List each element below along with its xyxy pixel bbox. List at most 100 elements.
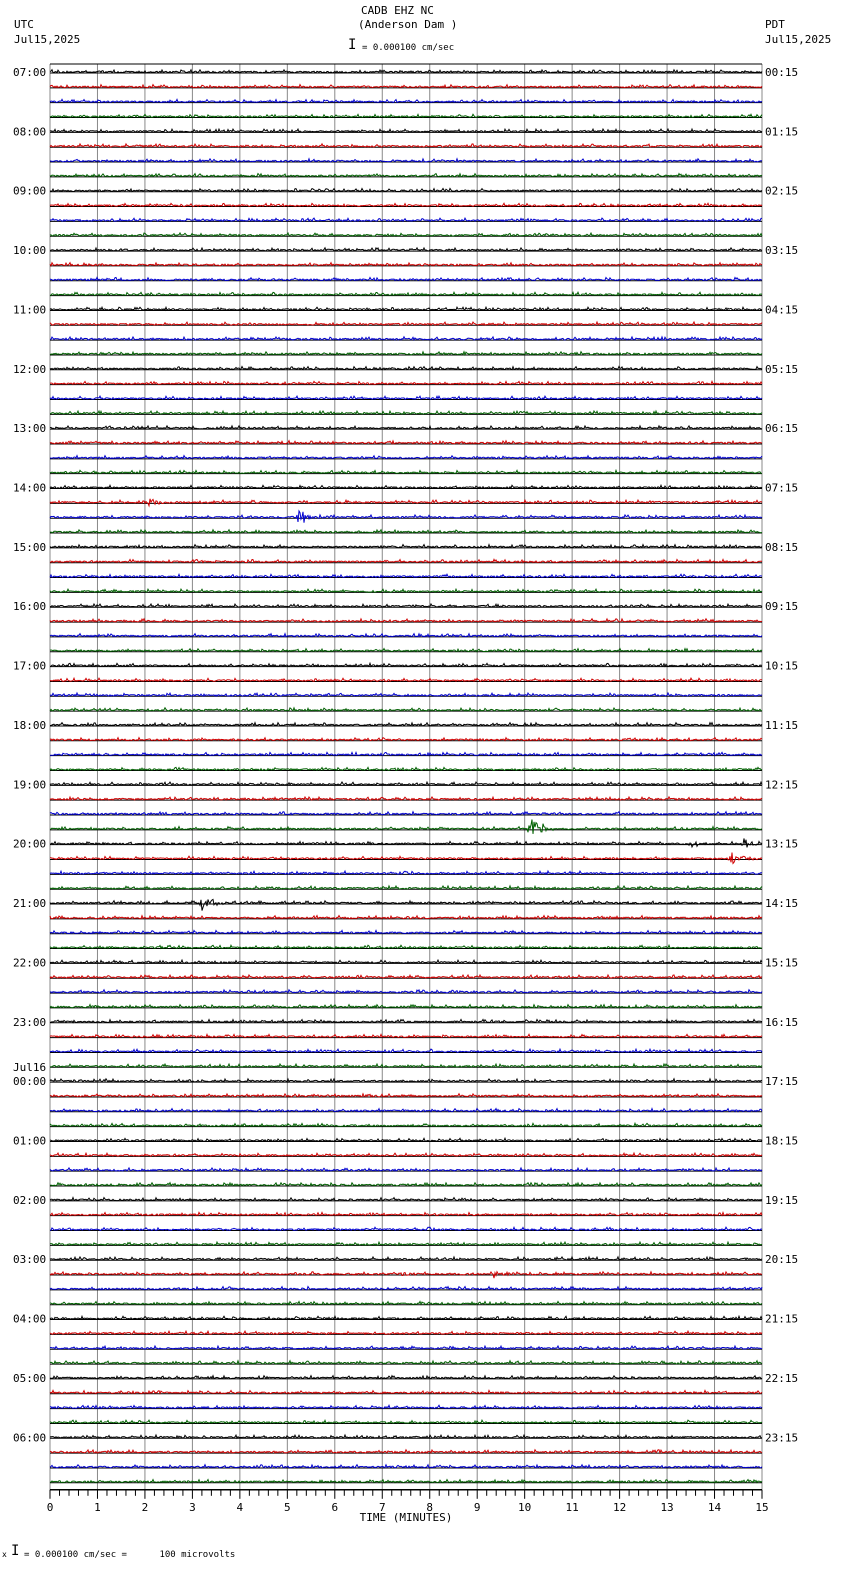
pdt-hour-label: 13:15: [765, 838, 798, 851]
utc-hour-label: 05:00: [13, 1372, 46, 1385]
seismic-trace: [49, 587, 763, 594]
x-tick-label: 10: [518, 1501, 531, 1514]
seismic-trace: [49, 83, 763, 89]
seismic-trace: [49, 1136, 763, 1143]
seismic-trace: [49, 706, 763, 712]
seismic-trace: [49, 1285, 763, 1291]
seismic-trace: [49, 647, 763, 653]
seismic-trace: [49, 572, 762, 579]
seismic-trace: [49, 498, 763, 508]
seismic-trace: [49, 113, 763, 119]
seismic-trace: [49, 914, 763, 920]
pdt-hour-label: 01:15: [765, 125, 798, 138]
utc-hour-label: 12:00: [13, 363, 46, 376]
pdt-hour-label: 09:15: [765, 600, 798, 613]
seismic-trace: [49, 276, 763, 282]
seismic-trace: [49, 509, 763, 523]
seismic-trace: [49, 98, 763, 104]
pdt-hour-label: 23:15: [765, 1431, 798, 1444]
seismic-trace: [49, 795, 763, 802]
seismic-trace: [49, 454, 763, 460]
seismic-trace: [49, 1210, 763, 1217]
pdt-hour-label: 21:15: [765, 1313, 798, 1326]
seismic-trace: [49, 1314, 763, 1321]
seismic-trace: [49, 543, 763, 549]
utc-hour-label: 16:00: [13, 600, 46, 613]
utc-hour-label: 04:00: [13, 1313, 46, 1326]
pdt-hour-label: 00:15: [765, 66, 798, 79]
footer-marker: x: [2, 1550, 7, 1559]
seismic-trace: [49, 187, 763, 193]
utc-hour-label: 13:00: [13, 422, 46, 435]
seismic-trace: [49, 127, 763, 134]
pdt-hour-label: 14:15: [765, 897, 798, 910]
seismic-trace: [49, 365, 763, 371]
seismic-trace: [49, 1240, 763, 1247]
x-tick-label: 3: [189, 1501, 196, 1514]
seismic-trace: [49, 172, 763, 178]
utc-hour-label: 07:00: [13, 66, 46, 79]
seismic-trace: [49, 691, 763, 698]
seismic-trace: [49, 1077, 763, 1083]
pdt-hour-label: 11:15: [765, 719, 798, 732]
utc-hour-label: 02:00: [13, 1194, 46, 1207]
seismic-trace: [49, 1166, 763, 1172]
seismic-trace: [49, 632, 763, 638]
seismic-trace: [49, 320, 763, 327]
seismic-trace: [49, 973, 763, 980]
seismic-trace: [49, 468, 763, 475]
seismic-trace: [49, 216, 762, 223]
pdt-hour-label: 22:15: [765, 1372, 798, 1385]
x-tick-label: 5: [284, 1501, 291, 1514]
x-tick-label: 11: [566, 1501, 579, 1514]
pdt-hour-label: 12:15: [765, 778, 798, 791]
seismic-trace: [49, 335, 763, 341]
utc-hour-label: 01:00: [13, 1134, 46, 1147]
seismic-trace: [49, 766, 763, 772]
utc-hour-label: 03:00: [13, 1253, 46, 1266]
pdt-hour-label: 04:15: [765, 303, 798, 316]
seismic-trace: [49, 1478, 763, 1484]
seismic-trace: [49, 661, 763, 668]
seismic-trace: [49, 1017, 762, 1024]
seismic-trace: [49, 1389, 763, 1395]
seismic-trace: [49, 231, 763, 237]
seismic-trace: [49, 602, 763, 609]
utc-hour-label: 19:00: [13, 778, 46, 791]
seismic-trace: [49, 409, 763, 416]
x-tick-label: 6: [331, 1501, 338, 1514]
seismic-trace: [50, 721, 763, 727]
seismic-trace: [50, 246, 763, 252]
pdt-hour-label: 16:15: [765, 1016, 798, 1029]
utc-hour-label: 23:00: [13, 1016, 46, 1029]
pdt-hour-label: 19:15: [765, 1194, 798, 1207]
x-tick-label: 4: [237, 1501, 244, 1514]
seismic-trace: [49, 810, 763, 816]
helicorder-plot: 07:00 00:15 08:00 01:15 09:00 02:15 10:00 03:15…: [13, 63, 798, 1524]
seismic-trace: [49, 1151, 763, 1158]
utc-hour-label: 14:00: [13, 482, 46, 495]
seismic-trace: [49, 528, 763, 534]
seismic-trace: [50, 1404, 763, 1410]
seismic-trace: [49, 617, 763, 623]
seismic-trace: [49, 736, 763, 742]
x-tick-label: 13: [660, 1501, 673, 1514]
utc-hour-label: 00:00: [13, 1075, 46, 1088]
seismic-trace: [49, 1433, 763, 1440]
pdt-hour-label: 05:15: [765, 363, 798, 376]
x-tick-label: 14: [708, 1501, 722, 1514]
seismic-trace: [49, 1062, 763, 1069]
seismic-trace: [49, 439, 763, 445]
seismic-trace: [49, 1033, 763, 1039]
seismic-trace: [49, 1374, 763, 1380]
seismic-trace: [49, 380, 763, 386]
seismic-trace: [49, 958, 763, 965]
x-tick-label: 15: [755, 1501, 768, 1514]
x-tick-label: 1: [94, 1501, 101, 1514]
seismic-trace: [49, 1300, 763, 1306]
seismic-trace: [49, 290, 763, 297]
seismic-trace: [49, 202, 763, 208]
seismic-trace: [49, 929, 763, 935]
seismic-trace: [49, 68, 763, 74]
utc-hour-label: 22:00: [13, 956, 46, 969]
